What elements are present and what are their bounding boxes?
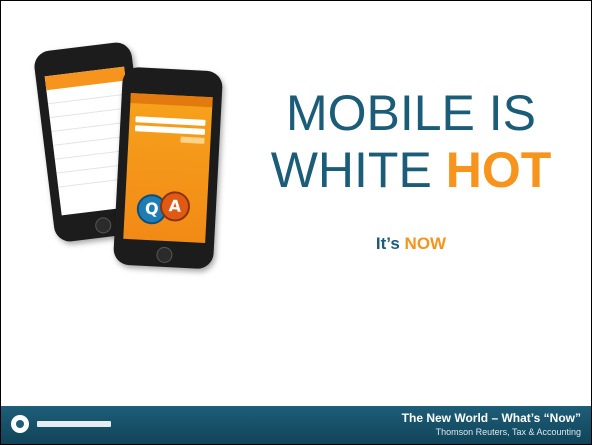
phone-front-field — [135, 116, 206, 126]
thomson-reuters-logo — [11, 415, 111, 433]
footer-title: The New World – What’s “Now” — [401, 411, 581, 425]
phone-front-submit — [180, 136, 205, 144]
phone-front-field — [134, 125, 206, 135]
logo-mark-icon — [11, 415, 29, 433]
subtitle-now: NOW — [404, 234, 447, 253]
a-bubble-icon: A — [159, 190, 191, 223]
title-white: WHITE — [270, 142, 446, 198]
title-hot: HOT — [445, 142, 552, 198]
logo-wordmark — [37, 421, 111, 427]
title-line-1: MOBILE IS — [285, 85, 537, 141]
phone-home-button-icon — [156, 246, 173, 264]
subtitle-prefix: It’s — [375, 234, 405, 253]
phone-front-image: Q A — [112, 66, 224, 270]
footer-bar: The New World – What’s “Now” Thomson Reu… — [1, 406, 591, 444]
slide: Q A MOBILE IS WHITE HOT It’s NOW The New… — [0, 0, 592, 445]
slide-subtitle: It’s NOW — [237, 234, 585, 254]
footer-subtitle: Thomson Reuters, Tax & Accounting — [435, 427, 581, 437]
phone-front-screen: Q A — [123, 92, 213, 244]
phone-home-button-icon — [94, 216, 113, 235]
title-line-2: WHITE HOT — [237, 142, 585, 199]
slide-title: MOBILE IS WHITE HOT — [237, 85, 585, 199]
